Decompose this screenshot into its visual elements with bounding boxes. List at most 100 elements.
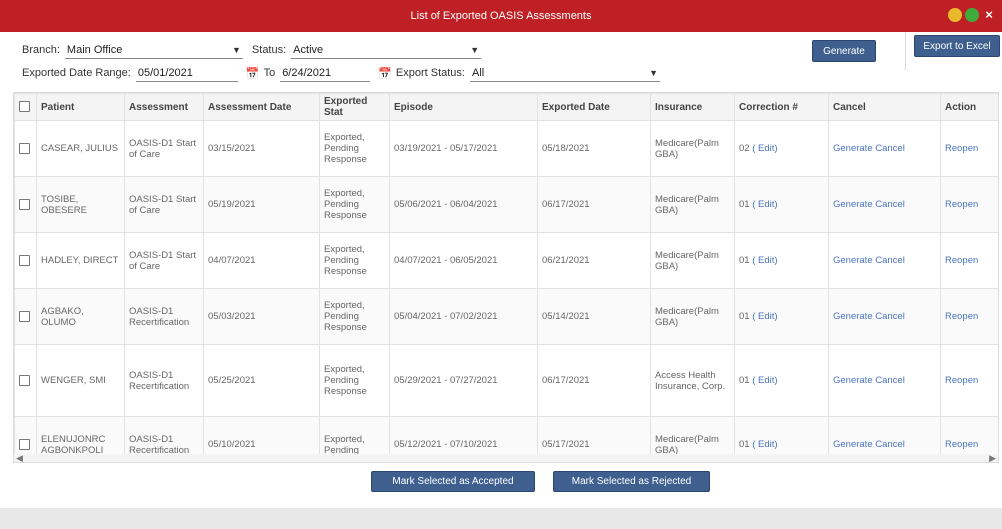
insurance-cell: Medicare(Palm GBA) bbox=[650, 288, 735, 345]
patient-cell: CASEAR, JULIUS bbox=[36, 120, 125, 177]
row-checkbox[interactable] bbox=[19, 254, 30, 266]
calendar-icon[interactable]: 📅 bbox=[246, 67, 260, 80]
scroll-right-icon[interactable]: ▶ bbox=[989, 453, 996, 462]
cancel-header[interactable]: Cancel bbox=[828, 93, 941, 121]
edit-link[interactable]: ( Edit) bbox=[752, 375, 777, 386]
assessment-date-cell: 03/15/2021 bbox=[203, 120, 320, 177]
title-bar: List of Exported OASIS Assessments × bbox=[0, 0, 1002, 32]
assessment-date-cell: 04/07/2021 bbox=[203, 232, 320, 289]
window-title: List of Exported OASIS Assessments bbox=[410, 10, 592, 22]
row-checkbox[interactable] bbox=[19, 310, 30, 322]
edit-link[interactable]: ( Edit) bbox=[752, 255, 777, 266]
assessment-date-cell: 05/03/2021 bbox=[203, 288, 320, 345]
reopen-link[interactable]: Reopen bbox=[945, 199, 978, 210]
reopen-link[interactable]: Reopen bbox=[945, 375, 978, 386]
footer-actions: Mark Selected as Accepted Mark Selected … bbox=[0, 463, 1002, 508]
row-select-cell bbox=[14, 288, 37, 345]
insurance-cell: Access Health Insurance, Corp. bbox=[650, 344, 735, 417]
row-checkbox[interactable] bbox=[19, 142, 30, 154]
select-all-checkbox[interactable] bbox=[19, 101, 30, 113]
edit-link[interactable]: ( Edit) bbox=[752, 439, 777, 450]
action-cell: Reopen bbox=[940, 232, 998, 289]
status-select[interactable]: Active ▼ bbox=[291, 41, 482, 59]
to-date-value: 6/24/2021 bbox=[282, 66, 332, 79]
correction-number: 01 bbox=[739, 439, 750, 450]
assessment-cell: OASIS-D1 Recertification bbox=[124, 344, 204, 417]
calendar-icon[interactable]: 📅 bbox=[378, 67, 392, 80]
edit-link[interactable]: ( Edit) bbox=[752, 199, 777, 210]
reopen-link[interactable]: Reopen bbox=[945, 255, 978, 266]
correction-cell: 01 ( Edit) bbox=[734, 344, 829, 417]
reopen-link[interactable]: Reopen bbox=[945, 143, 978, 154]
status-label: Status: bbox=[251, 44, 287, 56]
correction-header[interactable]: Correction # bbox=[734, 93, 829, 121]
exported-date-header[interactable]: Exported Date bbox=[537, 93, 651, 121]
bottom-bar bbox=[0, 508, 1002, 529]
assessment-cell: OASIS-D1 Recertification bbox=[124, 288, 204, 345]
patient-cell: AGBAKO, OLUMO bbox=[36, 288, 125, 345]
action-header[interactable]: Action bbox=[940, 93, 998, 121]
generate-cancel-link[interactable]: Generate Cancel bbox=[833, 143, 905, 154]
assessments-table-container[interactable]: Patient Assessment Assessment Date Expor… bbox=[13, 92, 999, 463]
episode-header[interactable]: Episode bbox=[389, 93, 538, 121]
table-row: CASEAR, JULIUS OASIS-D1 Start of Care 03… bbox=[14, 120, 998, 177]
branch-select[interactable]: Main Office ▼ bbox=[64, 41, 243, 59]
horizontal-scrollbar[interactable]: ◀ ▶ bbox=[14, 453, 998, 462]
assessment-cell: OASIS-D1 Start of Care bbox=[124, 232, 204, 289]
assessment-date-header[interactable]: Assessment Date bbox=[203, 93, 320, 121]
filter-row-2: Exported Date Range: 05/01/2021 📅 To 6/2… bbox=[22, 63, 660, 83]
generate-cancel-link[interactable]: Generate Cancel bbox=[833, 255, 905, 266]
reopen-link[interactable]: Reopen bbox=[945, 311, 978, 322]
correction-cell: 02 ( Edit) bbox=[734, 120, 829, 177]
status-value: Active bbox=[293, 43, 324, 56]
edit-link[interactable]: ( Edit) bbox=[752, 143, 777, 154]
edit-link[interactable]: ( Edit) bbox=[752, 311, 777, 322]
status-cell: Exported, Pending Response bbox=[319, 120, 390, 177]
insurance-cell: Medicare(Palm GBA) bbox=[650, 232, 735, 289]
table-header-row: Patient Assessment Assessment Date Expor… bbox=[14, 93, 998, 121]
exported-status-header[interactable]: Exported Stat bbox=[319, 93, 390, 121]
episode-cell: 04/07/2021 - 06/05/2021 bbox=[389, 232, 538, 289]
exported-oasis-window: List of Exported OASIS Assessments × Bra… bbox=[0, 0, 1002, 529]
export-to-excel-button[interactable]: Export to Excel bbox=[914, 35, 1000, 57]
patient-cell: WENGER, SMI bbox=[36, 344, 125, 417]
patient-header[interactable]: Patient bbox=[36, 93, 125, 121]
cancel-cell: Generate Cancel bbox=[828, 232, 941, 289]
correction-number: 01 bbox=[739, 199, 750, 210]
correction-number: 02 bbox=[739, 143, 750, 154]
chevron-down-icon: ▼ bbox=[649, 67, 658, 78]
generate-cancel-link[interactable]: Generate Cancel bbox=[833, 311, 905, 322]
filter-row-1: Branch: Main Office ▼ Status: Active ▼ bbox=[22, 40, 482, 60]
correction-cell: 01 ( Edit) bbox=[734, 176, 829, 233]
mark-accepted-button[interactable]: Mark Selected as Accepted bbox=[371, 471, 535, 492]
row-checkbox[interactable] bbox=[19, 374, 30, 386]
export-status-select[interactable]: All ▼ bbox=[469, 64, 660, 82]
mark-rejected-button[interactable]: Mark Selected as Rejected bbox=[553, 471, 710, 492]
row-select-cell bbox=[14, 344, 37, 417]
insurance-header[interactable]: Insurance bbox=[650, 93, 735, 121]
assessment-cell: OASIS-D1 Start of Care bbox=[124, 176, 204, 233]
close-icon[interactable]: × bbox=[982, 8, 996, 22]
maximize-icon[interactable] bbox=[965, 8, 979, 22]
exported-date-cell: 06/21/2021 bbox=[537, 232, 651, 289]
generate-button[interactable]: Generate bbox=[812, 40, 876, 62]
exported-date-cell: 06/17/2021 bbox=[537, 344, 651, 417]
row-checkbox[interactable] bbox=[19, 438, 30, 450]
table-row: WENGER, SMI OASIS-D1 Recertification 05/… bbox=[14, 344, 998, 417]
generate-cancel-link[interactable]: Generate Cancel bbox=[833, 439, 905, 450]
reopen-link[interactable]: Reopen bbox=[945, 439, 978, 450]
exported-date-cell: 05/14/2021 bbox=[537, 288, 651, 345]
scroll-left-icon[interactable]: ◀ bbox=[16, 453, 23, 462]
assessment-header[interactable]: Assessment bbox=[124, 93, 204, 121]
chevron-down-icon: ▼ bbox=[232, 44, 241, 55]
generate-cancel-link[interactable]: Generate Cancel bbox=[833, 375, 905, 386]
to-date-field[interactable]: 6/24/2021 bbox=[280, 64, 371, 82]
cancel-cell: Generate Cancel bbox=[828, 176, 941, 233]
action-cell: Reopen bbox=[940, 344, 998, 417]
minimize-icon[interactable] bbox=[948, 8, 962, 22]
from-date-field[interactable]: 05/01/2021 bbox=[135, 64, 238, 82]
row-checkbox[interactable] bbox=[19, 198, 30, 210]
correction-number: 01 bbox=[739, 375, 750, 386]
correction-number: 01 bbox=[739, 311, 750, 322]
generate-cancel-link[interactable]: Generate Cancel bbox=[833, 199, 905, 210]
